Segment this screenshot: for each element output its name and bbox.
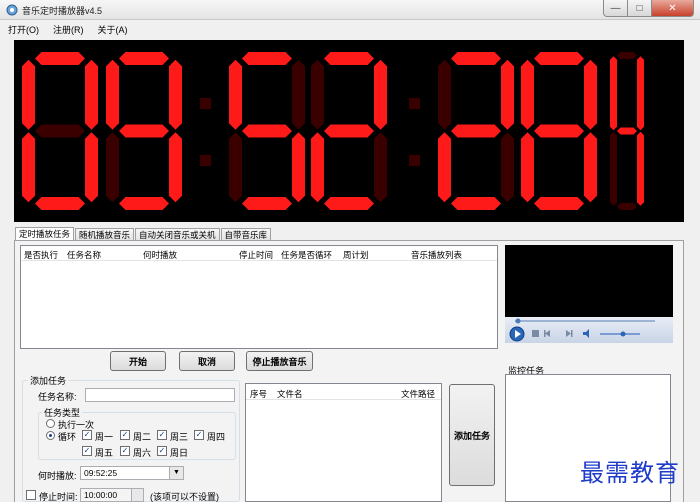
second-tens-digit (438, 52, 514, 210)
seven-segment-clock (22, 52, 644, 210)
close-button[interactable]: ✕ (652, 0, 694, 17)
col-file-path[interactable]: 文件路径 (401, 388, 435, 400)
task-name-label: 任务名称: (38, 392, 77, 402)
media-player-controls (505, 317, 673, 343)
weekday-checkbox-thu[interactable]: ✓ (194, 430, 204, 440)
col-playlist[interactable]: 音乐播放列表 (411, 249, 462, 261)
col-task-name[interactable]: 任务名称 (67, 249, 101, 261)
col-week-plan[interactable]: 周计划 (343, 249, 369, 261)
weekday-checkbox-sun[interactable]: ✓ (157, 446, 167, 456)
loop-radio[interactable] (46, 431, 55, 440)
weekday-label-tue: 周二 (133, 432, 152, 442)
menu-open[interactable]: 打开(O) (8, 23, 39, 36)
weekday-label-fri: 周五 (95, 448, 114, 458)
tenths-digit (610, 52, 644, 210)
stop-music-button[interactable]: 停止播放音乐 (246, 351, 313, 371)
weekday-checkbox-tue[interactable]: ✓ (120, 430, 130, 440)
col-stop-time[interactable]: 停止时间 (239, 249, 273, 261)
stop-icon[interactable] (532, 330, 539, 337)
colon-separator (409, 98, 420, 109)
seek-handle-icon[interactable] (515, 318, 521, 324)
task-list-header: 是否执行 任务名称 何时播放 停止时间 任务是否循环 周计划 音乐播放列表 (21, 246, 497, 261)
col-play-time[interactable]: 何时播放 (143, 249, 177, 261)
volume-icon[interactable] (583, 329, 589, 338)
once-radio[interactable] (46, 419, 55, 428)
stop-time-checkbox[interactable] (26, 490, 36, 500)
menu-about[interactable]: 关于(A) (98, 23, 128, 36)
colon-separator (409, 155, 420, 166)
loop-label: 循环 (58, 432, 77, 442)
minute-tens-digit (229, 52, 305, 210)
dropdown-arrow-icon[interactable]: ▼ (169, 467, 183, 479)
add-task-button[interactable]: 添加任务 (449, 384, 495, 486)
weekday-label-sat: 周六 (133, 448, 152, 458)
app-icon (6, 4, 18, 16)
weekday-label-mon: 周一 (95, 432, 114, 442)
second-ones-digit (521, 52, 597, 210)
minute-ones-digit (311, 52, 387, 210)
weekday-checkbox-wed[interactable]: ✓ (157, 430, 167, 440)
file-list[interactable]: 序号 文件名 文件路径 (245, 383, 442, 502)
play-time-input[interactable]: 09:52:25 ▼ (80, 466, 184, 480)
title-bar: 音乐定时播放器v4.5 — □ ✕ (0, 0, 700, 20)
minimize-button[interactable]: — (603, 0, 628, 17)
stop-time-hint: (该项可以不设置) (150, 492, 219, 502)
watermark-text: 最需教育 (580, 459, 680, 487)
tab-scheduled-play[interactable]: 定时播放任务 (15, 227, 75, 241)
weekday-label-sun: 周日 (170, 448, 189, 458)
add-task-group-title: 添加任务 (28, 374, 69, 387)
weekday-label-wed: 周三 (170, 432, 189, 442)
cancel-button[interactable]: 取消 (179, 351, 235, 371)
weekday-checkbox-fri[interactable]: ✓ (82, 446, 92, 456)
stop-time-label: 停止时间: (39, 492, 78, 502)
menu-bar: 打开(O) 注册(R) 关于(A) (0, 20, 700, 38)
task-list[interactable]: 是否执行 任务名称 何时播放 停止时间 任务是否循环 周计划 音乐播放列表 (20, 245, 498, 349)
stop-time-value: 10:00:00 (84, 490, 118, 500)
hour-tens-digit (22, 52, 98, 210)
play-time-value: 09:52:25 (84, 468, 118, 478)
maximize-button[interactable]: □ (628, 0, 652, 17)
start-button[interactable]: 开始 (110, 351, 166, 371)
calendar-icon[interactable] (131, 489, 143, 501)
col-file-name[interactable]: 文件名 (277, 388, 303, 400)
menu-register[interactable]: 注册(R) (53, 23, 84, 36)
colon-separator (200, 98, 211, 109)
next-icon[interactable] (566, 330, 571, 337)
col-index[interactable]: 序号 (250, 388, 267, 400)
clock-display (14, 40, 684, 222)
hour-ones-digit (106, 52, 182, 210)
weekday-checkbox-sat[interactable]: ✓ (120, 446, 130, 456)
weekday-label-thu: 周四 (207, 432, 226, 442)
tab-strip: 定时播放任务 随机播放音乐 自动关闭音乐或关机 自带音乐库 (15, 227, 272, 241)
colon-separator (200, 155, 211, 166)
weekday-checkbox-mon[interactable]: ✓ (82, 430, 92, 440)
volume-slider[interactable] (600, 333, 640, 335)
seek-bar[interactable] (515, 320, 655, 322)
file-list-header: 序号 文件名 文件路径 (246, 384, 441, 400)
window-title: 音乐定时播放器v4.5 (22, 6, 103, 16)
col-loop[interactable]: 任务是否循环 (281, 249, 332, 261)
task-name-input[interactable] (85, 388, 235, 402)
stop-time-input[interactable]: 10:00:00 (80, 488, 144, 502)
col-enabled[interactable]: 是否执行 (24, 249, 58, 261)
volume-handle-icon[interactable] (620, 331, 626, 337)
play-time-label: 何时播放: (38, 471, 77, 481)
previous-icon[interactable] (545, 330, 550, 337)
